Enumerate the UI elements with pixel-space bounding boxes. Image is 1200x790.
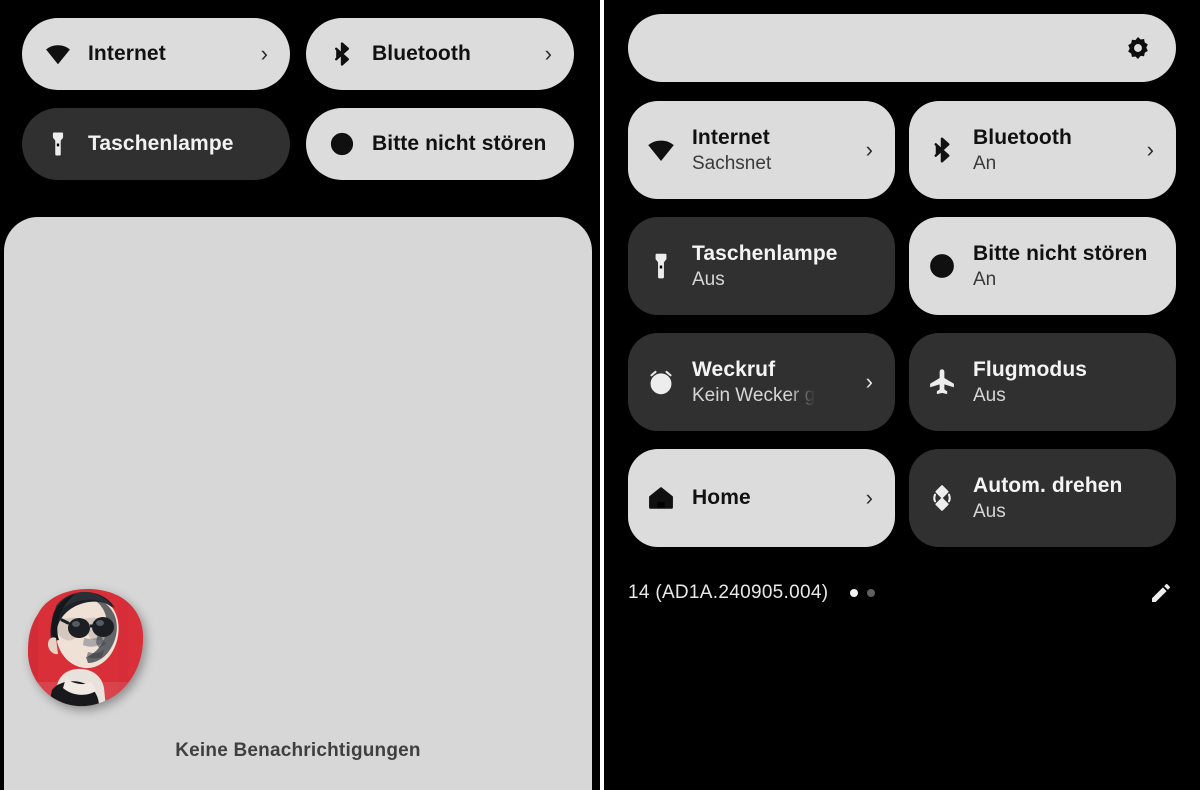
tile-do-not-disturb-collapsed[interactable]: Bitte nicht stören (306, 108, 574, 180)
chevron-right-icon[interactable]: › (866, 487, 873, 509)
tile-auto-rotate[interactable]: Autom. drehen Aus (909, 449, 1176, 547)
tile-subtitle: An (973, 268, 997, 290)
autorotate-icon (927, 483, 957, 513)
flashlight-icon (646, 251, 676, 281)
bluetooth-icon (927, 135, 957, 165)
airplane-icon (927, 367, 957, 397)
wifi-icon (44, 40, 72, 68)
tile-title: Home (692, 486, 751, 509)
dnd-icon (927, 251, 957, 281)
tile-subtitle: Aus (692, 268, 725, 290)
page-dot-1[interactable] (850, 589, 859, 597)
chevron-right-icon[interactable]: › (1147, 139, 1154, 161)
chevron-right-icon[interactable]: › (866, 139, 873, 161)
tile-home[interactable]: Home › (628, 449, 895, 547)
tile-subtitle: An (973, 152, 997, 174)
expanded-tile-grid: Internet Sachsnet › Bluetooth An › Tasch… (628, 101, 1176, 547)
page-indicator[interactable] (850, 589, 876, 597)
tile-subtitle: Sachsnet (692, 152, 772, 174)
screenshot-root: Internet › Bluetooth › Taschenlampe Bitt… (0, 0, 1200, 790)
page-dot-2[interactable] (867, 589, 876, 597)
bluetooth-icon (328, 40, 356, 68)
tile-alarm[interactable]: Weckruf Kein Wecker g › (628, 333, 895, 431)
tile-label: Taschenlampe (88, 132, 234, 155)
tile-text: Internet Sachsnet (692, 126, 771, 175)
tile-title: Internet (692, 125, 770, 149)
tile-text: Bluetooth An (973, 126, 1072, 175)
dnd-icon (328, 130, 356, 158)
tile-text: Bitte nicht stören An (973, 242, 1147, 291)
tile-subtitle: Aus (973, 500, 1006, 522)
tile-label: Bluetooth (372, 42, 471, 65)
tile-airplane-mode[interactable]: Flugmodus Aus (909, 333, 1176, 431)
tile-bluetooth-collapsed[interactable]: Bluetooth › (306, 18, 574, 90)
tile-title: Autom. drehen (973, 473, 1123, 497)
left-panel-collapsed-quick-settings: Internet › Bluetooth › Taschenlampe Bitt… (0, 0, 600, 790)
tile-text: Weckruf Kein Wecker g (692, 358, 815, 407)
tile-label: Bitte nicht stören (372, 132, 547, 155)
flashlight-icon (44, 130, 72, 158)
tile-subtitle: Aus (973, 384, 1006, 406)
wifi-icon (646, 135, 676, 165)
tile-title: Taschenlampe (692, 241, 838, 265)
tile-text: Taschenlampe Aus (692, 242, 838, 291)
edit-tiles-button[interactable] (1146, 578, 1176, 608)
tile-text: Home (692, 486, 751, 510)
tile-title: Bluetooth (973, 125, 1072, 149)
right-panel-expanded-quick-settings: Internet Sachsnet › Bluetooth An › Tasch… (604, 0, 1200, 790)
quick-settings-footer: 14 (AD1A.240905.004) (628, 575, 1176, 611)
build-number-label: 14 (AD1A.240905.004) (628, 582, 829, 603)
tile-bluetooth[interactable]: Bluetooth An › (909, 101, 1176, 199)
avatar[interactable] (22, 586, 146, 708)
tile-title: Flugmodus (973, 357, 1088, 381)
tile-text: Autom. drehen Aus (973, 474, 1122, 523)
no-notifications-label: Keine Benachrichtigungen (175, 740, 421, 761)
chevron-right-icon[interactable]: › (866, 371, 873, 393)
chevron-right-icon[interactable]: › (261, 43, 268, 65)
notification-shade: Keine Benachrichtigungen (4, 217, 592, 790)
alarm-icon (646, 367, 676, 397)
tile-title: Bitte nicht stören (973, 241, 1148, 265)
home-icon (646, 483, 676, 513)
brightness-slider[interactable] (628, 14, 1176, 82)
tile-flashlight-collapsed[interactable]: Taschenlampe (22, 108, 290, 180)
tile-text: Flugmodus Aus (973, 358, 1087, 407)
tile-title: Weckruf (692, 357, 776, 381)
tile-do-not-disturb[interactable]: Bitte nicht stören An (909, 217, 1176, 315)
collapsed-tile-grid: Internet › Bluetooth › Taschenlampe Bitt… (22, 18, 574, 180)
tile-internet[interactable]: Internet Sachsnet › (628, 101, 895, 199)
chevron-right-icon[interactable]: › (545, 43, 552, 65)
pencil-icon (1152, 584, 1170, 602)
tile-subtitle: Kein Wecker g (692, 384, 816, 406)
tile-flashlight[interactable]: Taschenlampe Aus (628, 217, 895, 315)
tile-label: Internet (88, 42, 166, 65)
brightness-icon (1124, 34, 1152, 62)
tile-internet-collapsed[interactable]: Internet › (22, 18, 290, 90)
